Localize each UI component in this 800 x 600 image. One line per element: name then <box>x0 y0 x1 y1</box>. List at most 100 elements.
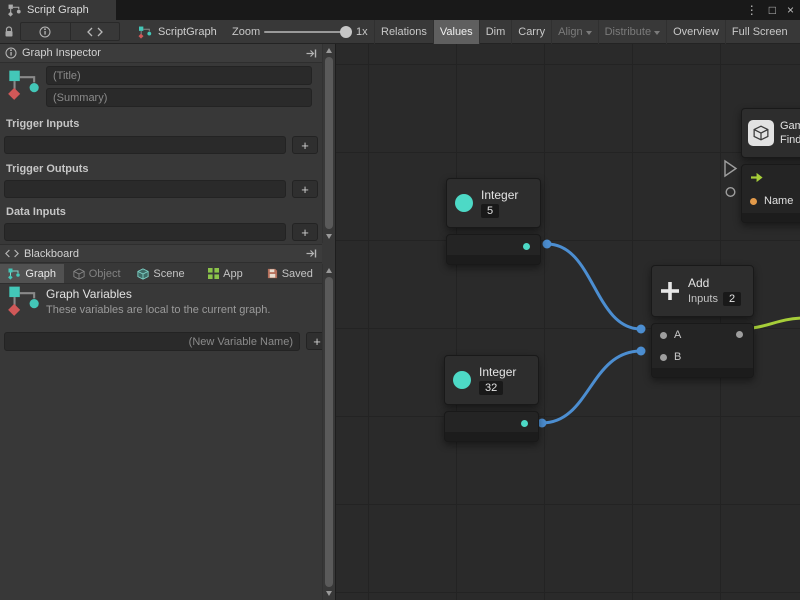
node-footer <box>742 213 800 222</box>
port-b-label: B <box>674 351 681 363</box>
new-variable-input[interactable] <box>4 332 300 351</box>
window-menu-icon[interactable]: ⋮ <box>746 3 758 17</box>
graph-breadcrumb[interactable]: ScriptGraph <box>138 20 217 44</box>
output-port[interactable] <box>523 243 530 250</box>
scene-icon <box>137 268 149 280</box>
node-footer <box>445 432 538 441</box>
blackboard-scrollbar[interactable] <box>322 264 335 600</box>
add-trigger-output-button[interactable]: + <box>292 180 318 198</box>
inputs-count-field[interactable]: 2 <box>723 292 741 306</box>
graph-mode-toggle <box>20 22 120 41</box>
scrollbar-thumb[interactable] <box>325 57 333 229</box>
graph-tab-icon <box>8 268 21 280</box>
port-a-label: A <box>674 329 681 341</box>
info-icon <box>39 26 51 38</box>
output-port[interactable] <box>736 331 743 338</box>
integer-value-field[interactable]: 32 <box>479 381 503 395</box>
node-header[interactable]: Integer 5 <box>446 178 541 228</box>
graph-variables-subtitle: These variables are local to the current… <box>46 304 270 316</box>
trigger-outputs-list[interactable] <box>4 180 286 198</box>
integer-node-1[interactable]: Integer 5 <box>446 178 541 265</box>
trigger-inputs-list[interactable] <box>4 136 286 154</box>
input-port-b[interactable] <box>660 354 667 361</box>
scroll-up-icon[interactable] <box>326 268 332 273</box>
scroll-down-icon[interactable] <box>326 591 332 596</box>
blackboard-header: Blackboard <box>0 244 322 263</box>
script-graph-asset-icon <box>138 26 153 39</box>
scrollbar-thumb[interactable] <box>325 277 333 587</box>
node-title: Integer <box>479 365 516 379</box>
dim-button[interactable]: Dim <box>479 20 512 44</box>
script-graph-asset-icon <box>8 285 42 317</box>
relations-button[interactable]: Relations <box>374 20 433 44</box>
node-title: Add <box>688 276 741 290</box>
title-input[interactable] <box>46 66 312 85</box>
trigger-outputs-label: Trigger Outputs <box>6 163 89 175</box>
graph-name-label: ScriptGraph <box>158 26 217 38</box>
values-button[interactable]: Values <box>433 20 479 44</box>
integer-value-field[interactable]: 5 <box>481 204 499 218</box>
node-header[interactable]: Add Inputs 2 <box>651 265 754 317</box>
tab-graph[interactable]: Graph <box>0 264 64 283</box>
integer-type-icon <box>453 371 471 389</box>
scroll-down-icon[interactable] <box>326 234 332 239</box>
name-input-port[interactable] <box>750 198 757 205</box>
zoom-slider[interactable] <box>264 31 346 33</box>
maximize-panel-icon[interactable] <box>306 249 317 258</box>
inspector-scrollbar[interactable] <box>322 44 335 243</box>
graph-variables-title: Graph Variables <box>46 287 132 301</box>
data-inputs-list[interactable] <box>4 223 286 241</box>
node-ports <box>446 234 541 265</box>
node-ports: A B <box>651 323 754 378</box>
window-maximize-icon[interactable]: □ <box>769 3 776 17</box>
integer-type-icon <box>455 194 473 212</box>
edit-graph-button[interactable] <box>70 23 120 40</box>
align-dropdown[interactable]: Align <box>551 20 597 44</box>
add-node[interactable]: Add Inputs 2 A B <box>651 265 754 378</box>
chevron-down-icon <box>586 31 592 35</box>
gameobject-find-node[interactable]: GameObject Find Name <box>741 108 800 223</box>
node-ports <box>444 411 539 442</box>
distribute-dropdown[interactable]: Distribute <box>598 20 666 44</box>
maximize-panel-icon[interactable] <box>306 49 317 58</box>
node-subtitle: Find <box>780 134 800 146</box>
flow-input-port <box>725 161 736 176</box>
chevron-down-icon <box>654 31 660 35</box>
scroll-up-icon[interactable] <box>326 48 332 53</box>
inspector-toggle-button[interactable] <box>21 23 70 40</box>
lock-icon[interactable] <box>4 26 14 38</box>
node-header[interactable]: Integer 32 <box>444 355 539 405</box>
find-node-input-ports[interactable] <box>723 159 739 203</box>
summary-input[interactable] <box>46 88 312 107</box>
tab-scene[interactable]: Scene <box>129 264 193 283</box>
node-footer <box>447 255 540 264</box>
graph-inspector-header: Graph Inspector <box>0 44 322 63</box>
flow-arrow-icon <box>750 171 765 184</box>
tab-script-graph[interactable]: Script Graph <box>0 0 116 20</box>
zoom-slider-knob[interactable] <box>340 26 352 38</box>
add-trigger-input-button[interactable]: + <box>292 136 318 154</box>
script-graph-asset-icon <box>8 69 42 101</box>
tab-app[interactable]: App <box>193 264 257 283</box>
node-title: GameObject <box>780 120 800 132</box>
tab-saved[interactable]: Saved <box>258 264 322 283</box>
script-graph-window: Script Graph ⋮ □ × <box>0 0 800 600</box>
integer-node-2[interactable]: Integer 32 <box>444 355 539 442</box>
overview-button[interactable]: Overview <box>666 20 725 44</box>
window-controls: ⋮ □ × <box>746 0 794 20</box>
node-header[interactable]: GameObject Find <box>741 108 800 158</box>
output-port[interactable] <box>521 420 528 427</box>
cube-icon <box>73 268 85 280</box>
input-port-a[interactable] <box>660 332 667 339</box>
port-name-label: Name <box>764 195 793 207</box>
full-screen-button[interactable]: Full Screen <box>725 20 794 44</box>
trigger-inputs-label: Trigger Inputs <box>6 118 79 130</box>
window-close-icon[interactable]: × <box>787 3 794 17</box>
zoom-label: Zoom <box>232 26 260 38</box>
carry-button[interactable]: Carry <box>511 20 551 44</box>
tab-object[interactable]: Object <box>64 264 128 283</box>
script-graph-icon <box>8 4 22 17</box>
graph-canvas[interactable]: Integer 5 Integer 32 <box>335 44 800 600</box>
add-data-input-button[interactable]: + <box>292 223 318 241</box>
inputs-label: Inputs <box>688 293 718 305</box>
